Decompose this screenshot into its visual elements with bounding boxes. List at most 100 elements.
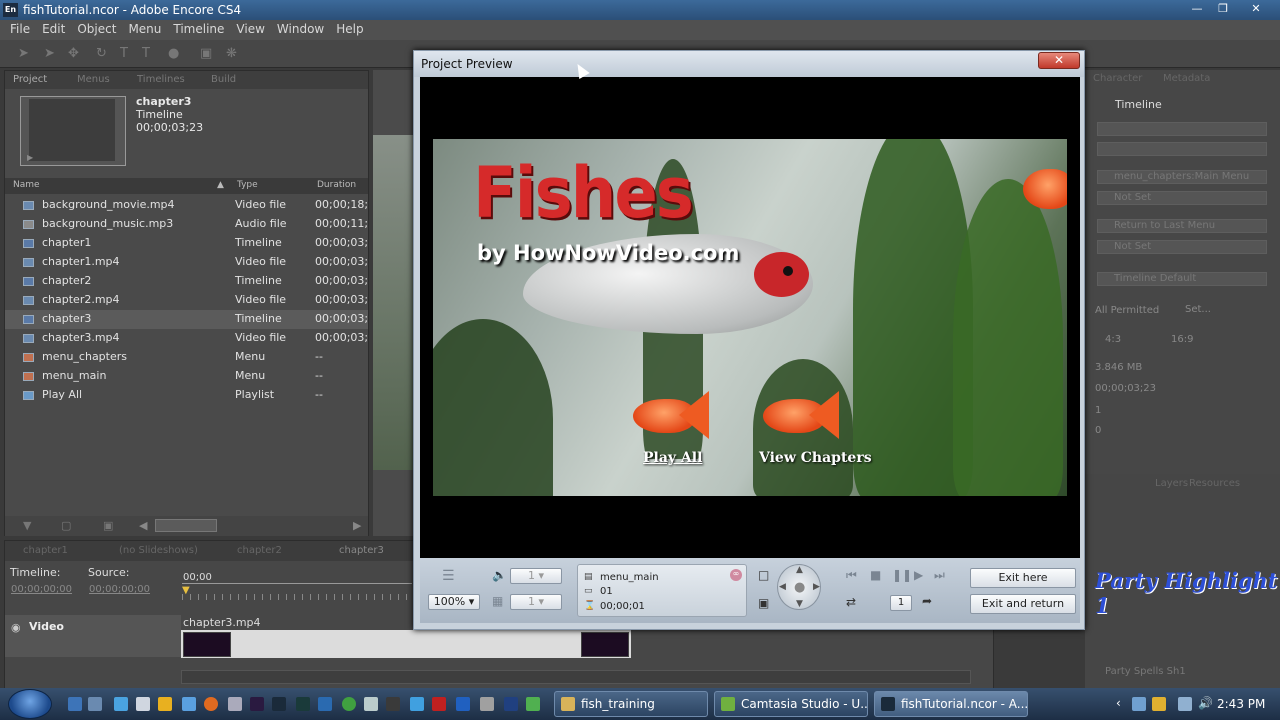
nav-enter-icon[interactable]: ● — [794, 580, 805, 595]
explorer-icon[interactable] — [88, 697, 102, 711]
audition-icon[interactable] — [296, 697, 310, 711]
nav-left-icon[interactable]: ◀ — [779, 582, 786, 592]
tab-build[interactable]: Build — [211, 74, 236, 85]
nav-down-icon[interactable]: ▼ — [796, 599, 803, 609]
end-action-field[interactable]: menu_chapters:Main Menu — [1097, 170, 1267, 184]
tab-menus[interactable]: Menus — [77, 74, 110, 85]
col-duration[interactable]: Duration — [317, 180, 356, 190]
subtitle-track-field[interactable]: Timeline Default — [1097, 272, 1267, 286]
timeline-timecode[interactable]: 00;00;00;00 — [11, 584, 72, 595]
play-thumb-icon[interactable]: ▶ — [27, 153, 33, 162]
menu-file[interactable]: File — [4, 20, 36, 40]
maximize-button[interactable]: ❐ — [1210, 0, 1236, 17]
minimize-button[interactable]: — — [1184, 0, 1210, 17]
list-item[interactable]: menu_chapters Menu -- — [5, 348, 368, 367]
list-item[interactable]: chapter1 Timeline 00;00;03;2 — [5, 234, 368, 253]
tab-project[interactable]: Project — [13, 74, 47, 85]
volume-select[interactable]: 1 ▾ — [510, 568, 562, 584]
list-item[interactable]: background_movie.mp4 Video file 00;00;18;1 — [5, 196, 368, 215]
rotate-icon[interactable]: ↻ — [96, 46, 107, 61]
skype-icon[interactable] — [410, 697, 424, 711]
app-green-icon[interactable] — [342, 697, 356, 711]
audio-track-field[interactable]: Not Set — [1097, 240, 1267, 254]
selection-tool-icon[interactable]: ➤ — [18, 46, 29, 61]
app-blue-icon[interactable] — [456, 697, 470, 711]
timeline-scrollbar[interactable] — [181, 670, 971, 684]
new-item-icon[interactable]: ▢ — [61, 519, 71, 532]
tab-slideshows[interactable]: (no Slideshows) — [119, 545, 198, 556]
nav-right-icon[interactable]: ▶ — [813, 582, 820, 592]
next-chapter-icon[interactable]: ⏭ — [934, 568, 945, 583]
menu-view[interactable]: View — [230, 20, 270, 40]
list-item[interactable]: chapter3 Timeline 00;00;03;2 — [5, 310, 368, 329]
navigation-dpad[interactable]: ▲ ▼ ◀ ▶ ● — [777, 564, 821, 610]
eye-icon[interactable]: ◉ — [11, 621, 21, 634]
video-clip[interactable] — [181, 630, 631, 658]
playhead-icon[interactable]: ▼ — [182, 585, 190, 596]
media-icon[interactable] — [158, 697, 172, 711]
volume-icon[interactable]: 🔈 — [492, 568, 507, 582]
start-button[interactable] — [8, 689, 52, 719]
list-item[interactable]: menu_main Menu -- — [5, 367, 368, 386]
list-item[interactable]: chapter3.mp4 Video file 00;00;03;2 — [5, 329, 368, 348]
vertical-text-icon[interactable]: T — [142, 46, 150, 61]
task-camtasia[interactable]: Camtasia Studio - U... — [714, 691, 868, 717]
tab-chapter2[interactable]: chapter2 — [237, 545, 282, 556]
app-gray-icon[interactable] — [364, 697, 378, 711]
link-status-icon[interactable]: ∞ — [730, 569, 742, 581]
pause-icon[interactable]: ❚❚ — [892, 568, 912, 582]
premiere-icon[interactable] — [250, 697, 264, 711]
task-encore[interactable]: fishTutorial.ncor - A... — [874, 691, 1028, 717]
task-fish-training[interactable]: fish_training — [554, 691, 708, 717]
tab-character[interactable]: Character — [1093, 73, 1142, 84]
menu-window[interactable]: Window — [271, 20, 330, 40]
tray-expand-icon[interactable]: ‹ — [1116, 696, 1121, 710]
preview-icon[interactable]: ▣ — [200, 46, 212, 61]
chapter-number-field[interactable]: 1 — [890, 595, 912, 611]
window-switch-icon[interactable] — [136, 697, 150, 711]
list-item[interactable]: chapter2.mp4 Video file 00;00;03;2 — [5, 291, 368, 310]
angle-select[interactable]: 1 ▾ — [510, 594, 562, 610]
tab-metadata[interactable]: Metadata — [1163, 73, 1210, 84]
h-scrollbar[interactable] — [155, 519, 217, 532]
title-button-icon[interactable]: □ — [758, 568, 769, 582]
view-chapters-button[interactable]: View Chapters — [759, 450, 872, 466]
jump-icon[interactable]: ➦ — [922, 594, 932, 608]
tray-network-icon[interactable] — [1132, 697, 1146, 711]
override-field[interactable]: Not Set — [1097, 191, 1267, 205]
menu-menu[interactable]: Menu — [122, 20, 167, 40]
exit-and-return-button[interactable]: Exit and return — [970, 594, 1076, 614]
play-icon[interactable]: ▶ — [914, 568, 923, 582]
play-all-button[interactable]: Play All — [643, 450, 702, 466]
move-tool-icon[interactable]: ✥ — [68, 46, 79, 61]
app-dark-icon[interactable] — [386, 697, 400, 711]
list-item[interactable]: Play All Playlist -- — [5, 386, 368, 405]
aspect-169[interactable]: 16:9 — [1171, 334, 1193, 345]
nav-up-icon[interactable]: ▲ — [796, 565, 803, 575]
name-field[interactable] — [1097, 122, 1267, 136]
aspect-43[interactable]: 4:3 — [1105, 334, 1121, 345]
zoom-tool-icon[interactable]: ● — [168, 46, 179, 61]
col-name[interactable]: Name — [13, 180, 40, 190]
zoom-select[interactable]: 100% ▾ — [428, 594, 480, 610]
exit-here-button[interactable]: Exit here — [970, 568, 1076, 588]
app-navy-icon[interactable] — [504, 697, 518, 711]
list-item[interactable]: background_music.mp3 Audio file 00;00;11;0 — [5, 215, 368, 234]
clock[interactable]: 2:43 PM — [1217, 697, 1265, 711]
tab-timelines[interactable]: Timelines — [137, 74, 185, 85]
tray-display-icon[interactable] — [1178, 697, 1192, 711]
notepad-icon[interactable] — [480, 697, 494, 711]
ie-icon[interactable] — [114, 697, 128, 711]
loop-icon[interactable]: ⇄ — [846, 595, 856, 609]
tab-chapter1[interactable]: chapter1 — [23, 545, 68, 556]
list-item[interactable]: chapter1.mp4 Video file 00;00;03;2 — [5, 253, 368, 272]
stop-icon[interactable]: ■ — [870, 568, 881, 582]
tool-icon[interactable] — [228, 697, 242, 711]
preview-close-button[interactable]: ✕ — [1038, 52, 1080, 69]
menu-timeline[interactable]: Timeline — [167, 20, 230, 40]
scroll-left-icon[interactable]: ◀ — [139, 519, 147, 532]
menu-remote-field[interactable]: Return to Last Menu — [1097, 219, 1267, 233]
time-ruler[interactable] — [182, 583, 412, 603]
tab-chapter3[interactable]: chapter3 — [339, 545, 384, 556]
prev-chapter-icon[interactable]: ⏮ — [846, 568, 857, 583]
